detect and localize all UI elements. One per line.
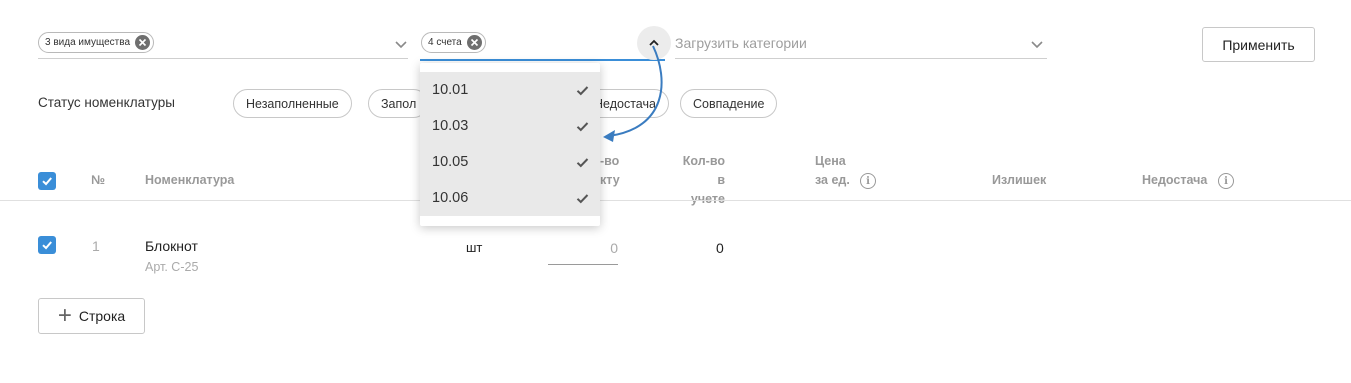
categories-placeholder[interactable]: Загрузить категории bbox=[675, 35, 807, 51]
header-price-line2: за ед. bbox=[815, 173, 850, 187]
remove-chip-icon[interactable] bbox=[135, 35, 151, 50]
check-icon bbox=[576, 157, 589, 167]
header-qty-fact: -во кту bbox=[600, 152, 620, 190]
row-number: 1 bbox=[92, 238, 100, 254]
check-icon bbox=[576, 193, 589, 203]
header-separator bbox=[0, 200, 1351, 201]
property-types-chip-label: 3 вида имущества bbox=[45, 37, 131, 48]
check-icon bbox=[42, 177, 52, 186]
header-qty-account-line1: Кол-во bbox=[682, 154, 725, 168]
header-qty-account-line2: в учете bbox=[690, 173, 725, 206]
dropdown-item-10-03[interactable]: 10.03 bbox=[420, 108, 600, 144]
accounts-dropdown: 10.01 10.03 10.05 10.06 bbox=[420, 63, 600, 226]
header-price-line1: Цена bbox=[815, 154, 846, 168]
plus-icon: + bbox=[57, 302, 72, 329]
accounts-chip[interactable]: 4 счета bbox=[421, 32, 486, 53]
header-shortage: Недостача bbox=[1142, 173, 1208, 187]
property-types-field-underline bbox=[38, 58, 408, 59]
dropdown-item-label: 10.03 bbox=[432, 118, 469, 134]
price-info-icon[interactable]: i bbox=[860, 173, 876, 189]
status-pill-filled[interactable]: Запол bbox=[368, 89, 428, 118]
row-checkbox[interactable] bbox=[38, 236, 56, 254]
add-row-label: Строка bbox=[78, 308, 126, 324]
header-item: Номенклатура bbox=[145, 173, 235, 187]
remove-chip-icon[interactable] bbox=[466, 35, 482, 50]
header-qty-fact-line2: кту bbox=[600, 173, 620, 187]
accounts-chip-label: 4 счета bbox=[428, 37, 462, 48]
status-label: Статус номенклатуры bbox=[38, 95, 175, 110]
chevron-down-icon[interactable] bbox=[394, 37, 408, 51]
dropdown-item-10-01[interactable]: 10.01 bbox=[420, 72, 600, 108]
property-types-chip[interactable]: 3 вида имущества bbox=[38, 32, 155, 53]
annotation-arrow-icon bbox=[603, 45, 663, 142]
check-icon bbox=[42, 241, 52, 250]
dropdown-item-label: 10.06 bbox=[432, 190, 469, 206]
check-icon bbox=[576, 85, 589, 95]
check-icon bbox=[576, 121, 589, 131]
apply-button[interactable]: Применить bbox=[1202, 27, 1315, 62]
row-unit: шт bbox=[466, 240, 483, 255]
header-qty-fact-line1: -во bbox=[600, 154, 620, 168]
header-price: Цена за ед. bbox=[815, 152, 850, 190]
dropdown-item-label: 10.01 bbox=[432, 82, 469, 98]
select-all-checkbox[interactable] bbox=[38, 172, 56, 190]
header-number: № bbox=[91, 173, 105, 187]
dropdown-item-10-06[interactable]: 10.06 bbox=[420, 180, 600, 216]
shortage-info-icon[interactable]: i bbox=[1218, 173, 1234, 189]
row-item-article: Арт. С-25 bbox=[145, 260, 199, 274]
status-pill-match[interactable]: Совпадение bbox=[680, 89, 778, 118]
dropdown-item-10-05[interactable]: 10.05 bbox=[420, 144, 600, 180]
chevron-down-icon[interactable] bbox=[1030, 37, 1044, 51]
add-row-button[interactable]: + Строка bbox=[38, 298, 145, 334]
row-item-name: Блокнот bbox=[145, 238, 198, 254]
status-pill-unfilled[interactable]: Незаполненные bbox=[233, 89, 352, 118]
row-qty-account: 0 bbox=[716, 240, 724, 256]
row-qty-fact-input[interactable]: 0 bbox=[548, 237, 618, 265]
header-surplus: Излишек bbox=[992, 173, 1047, 187]
dropdown-item-label: 10.05 bbox=[432, 154, 469, 170]
categories-field-underline bbox=[675, 58, 1047, 59]
